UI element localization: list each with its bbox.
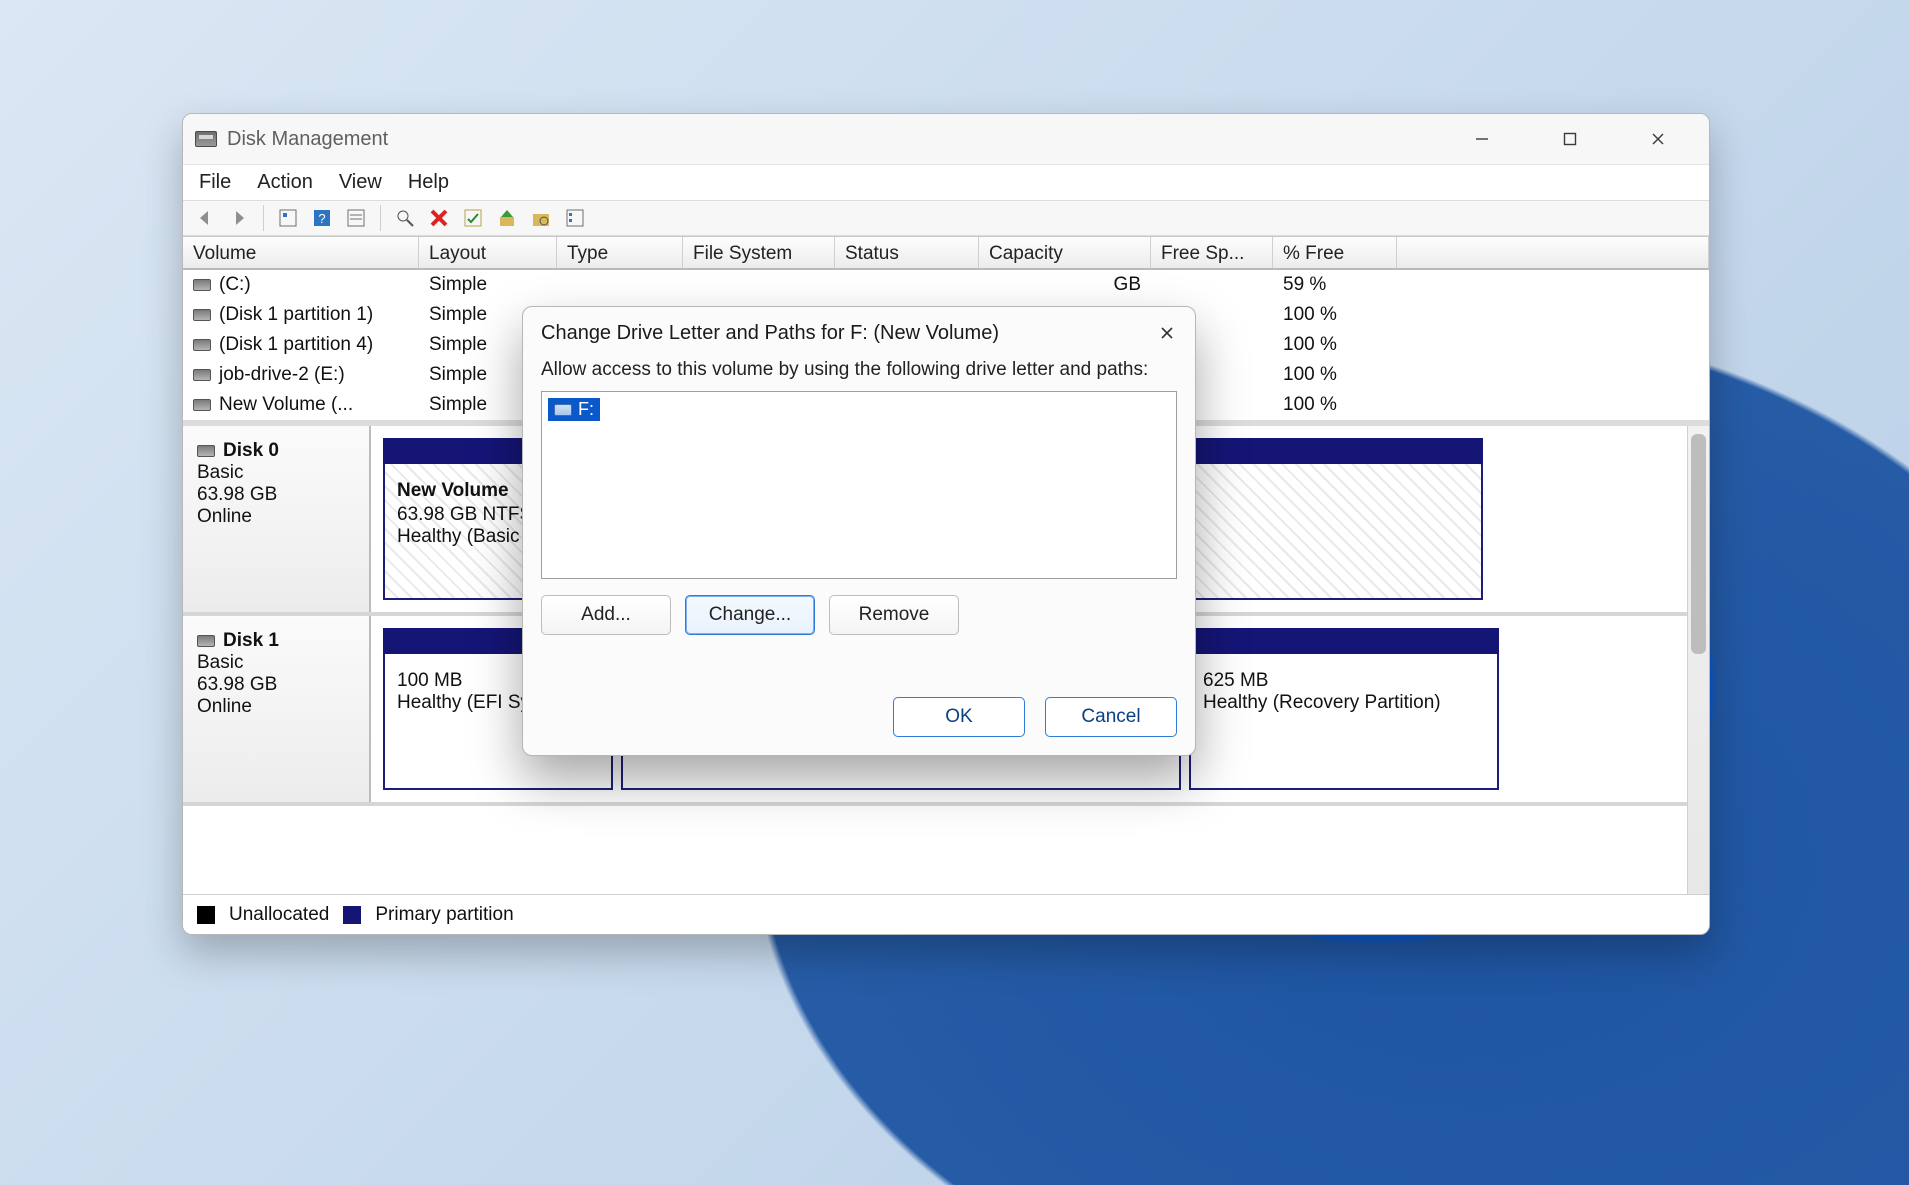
list-icon[interactable] [344, 206, 368, 230]
change-button[interactable]: Change... [685, 595, 815, 635]
drive-paths-listbox[interactable]: F: [541, 391, 1177, 579]
search-folder-icon[interactable] [529, 206, 553, 230]
toolbar: ? [183, 200, 1709, 236]
volume-pctfree: 59 % [1273, 274, 1397, 296]
drive-icon [193, 279, 211, 291]
toolbar-separator [263, 205, 264, 231]
legend-label-primary: Primary partition [375, 904, 513, 926]
partition-header [1189, 628, 1499, 654]
col-volume[interactable]: Volume [183, 237, 419, 268]
forward-icon[interactable] [227, 206, 251, 230]
disk-state: Online [197, 696, 355, 718]
volume-pctfree: 100 % [1273, 364, 1397, 386]
cancel-button[interactable]: Cancel [1045, 697, 1177, 737]
volume-layout: Simple [419, 274, 557, 296]
disk-size: 63.98 GB [197, 674, 355, 696]
drive-icon [193, 339, 211, 351]
volume-capacity: GB [979, 274, 1151, 296]
menu-file[interactable]: File [199, 171, 231, 194]
legend-swatch-primary [343, 906, 361, 924]
maximize-button[interactable] [1547, 119, 1593, 159]
selected-drive-letter-text: F: [578, 399, 594, 420]
titlebar[interactable]: Disk Management [183, 114, 1709, 164]
partition-status: Healthy (Recovery Partition) [1203, 692, 1485, 714]
volume-name: job-drive-2 (E:) [219, 364, 345, 386]
partition-size: 625 MB [1203, 670, 1485, 692]
drive-icon [193, 369, 211, 381]
dialog-instruction: Allow access to this volume by using the… [523, 351, 1195, 391]
volume-name: (C:) [219, 274, 251, 296]
vertical-scrollbar[interactable] [1687, 426, 1709, 894]
delete-icon[interactable] [427, 206, 451, 230]
col-freespace[interactable]: Free Sp... [1151, 237, 1273, 268]
col-layout[interactable]: Layout [419, 237, 557, 268]
window-title: Disk Management [227, 128, 388, 151]
disk-size: 63.98 GB [197, 484, 355, 506]
menu-action[interactable]: Action [257, 171, 313, 194]
disk-type: Basic [197, 652, 355, 674]
disk-label-pane[interactable]: Disk 1Basic63.98 GBOnline [183, 616, 371, 802]
disk-icon [197, 635, 215, 647]
disk-label-pane[interactable]: Disk 0Basic63.98 GBOnline [183, 426, 371, 612]
table-row[interactable]: (C:) Simple GB 59 % [183, 270, 1709, 300]
properties-icon[interactable] [276, 206, 300, 230]
legend: Unallocated Primary partition [183, 894, 1709, 934]
col-status[interactable]: Status [835, 237, 979, 268]
disk-state: Online [197, 506, 355, 528]
disk-type: Basic [197, 462, 355, 484]
partition[interactable]: 625 MBHealthy (Recovery Partition) [1189, 628, 1499, 790]
volume-name: (Disk 1 partition 4) [219, 334, 373, 356]
volume-pctfree: 100 % [1273, 394, 1397, 416]
col-spacer [1397, 237, 1709, 268]
disk-icon [197, 445, 215, 457]
disk-name: Disk 0 [223, 440, 279, 462]
selected-drive-letter[interactable]: F: [548, 398, 600, 421]
back-icon[interactable] [193, 206, 217, 230]
volume-name: New Volume (... [219, 394, 353, 416]
dialog-close-button[interactable] [1155, 321, 1179, 345]
find-icon[interactable] [393, 206, 417, 230]
volume-pctfree: 100 % [1273, 304, 1397, 326]
up-icon[interactable] [495, 206, 519, 230]
svg-text:?: ? [318, 211, 325, 226]
volume-pctfree: 100 % [1273, 334, 1397, 356]
disk-name: Disk 1 [223, 630, 279, 652]
minimize-button[interactable] [1459, 119, 1505, 159]
change-drive-letter-dialog: Change Drive Letter and Paths for F: (Ne… [522, 306, 1196, 756]
drive-icon [554, 404, 572, 416]
legend-label-unallocated: Unallocated [229, 904, 329, 926]
col-type[interactable]: Type [557, 237, 683, 268]
menu-help[interactable]: Help [408, 171, 449, 194]
menu-view[interactable]: View [339, 171, 382, 194]
check-icon[interactable] [461, 206, 485, 230]
remove-button[interactable]: Remove [829, 595, 959, 635]
legend-swatch-unallocated [197, 906, 215, 924]
volume-name: (Disk 1 partition 1) [219, 304, 373, 326]
dialog-title: Change Drive Letter and Paths for F: (Ne… [541, 322, 999, 345]
col-capacity[interactable]: Capacity [979, 237, 1151, 268]
menubar: File Action View Help [183, 164, 1709, 200]
add-button[interactable]: Add... [541, 595, 671, 635]
toolbar-separator [380, 205, 381, 231]
help-icon[interactable]: ? [310, 206, 334, 230]
scrollbar-thumb[interactable] [1691, 434, 1706, 654]
app-icon [195, 131, 217, 147]
col-filesystem[interactable]: File System [683, 237, 835, 268]
ok-button[interactable]: OK [893, 697, 1025, 737]
volumes-header: Volume Layout Type File System Status Ca… [183, 236, 1709, 270]
options-icon[interactable] [563, 206, 587, 230]
close-button[interactable] [1635, 119, 1681, 159]
col-pctfree[interactable]: % Free [1273, 237, 1397, 268]
drive-icon [193, 309, 211, 321]
drive-icon [193, 399, 211, 411]
